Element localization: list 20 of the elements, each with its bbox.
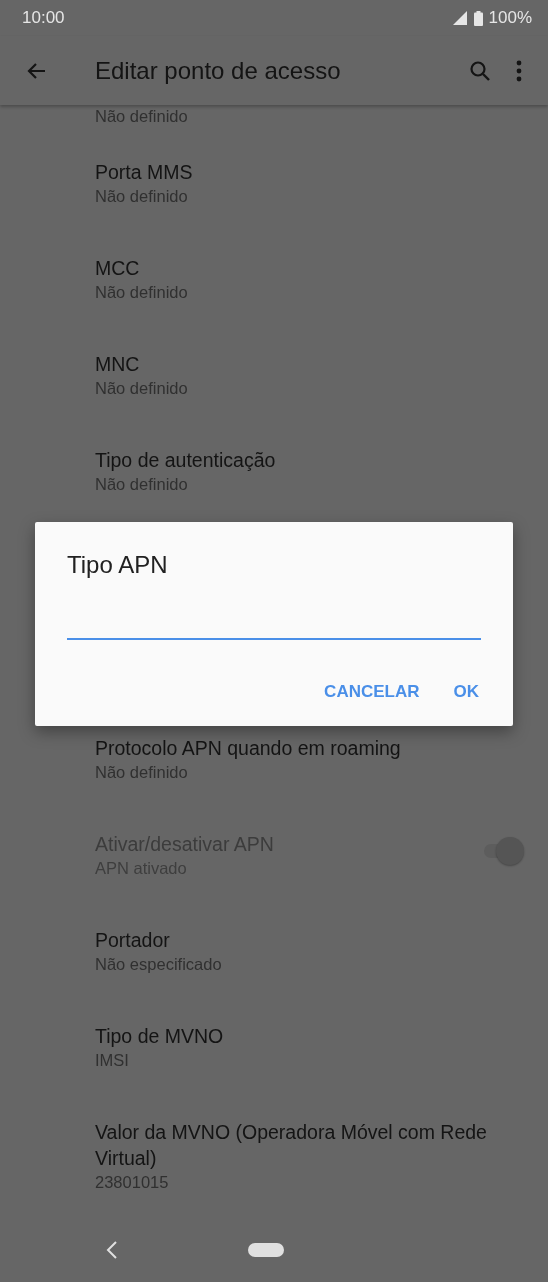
item-title[interactable]: Valor da MVNO (Operadora Móvel com Rede Virtual) xyxy=(95,1119,524,1171)
back-icon[interactable] xyxy=(106,1241,118,1259)
clock-time: 10:00 xyxy=(22,8,65,28)
item-title[interactable]: Portador xyxy=(95,927,524,953)
signal-icon xyxy=(451,11,468,25)
item-title[interactable]: Porta MMS xyxy=(95,159,524,185)
item-title[interactable]: MCC xyxy=(95,255,524,281)
dialog-title: Tipo APN xyxy=(67,550,169,580)
battery-level: 100% xyxy=(488,8,532,28)
more-options-icon[interactable] xyxy=(516,59,522,82)
battery-icon xyxy=(473,10,483,26)
search-icon[interactable] xyxy=(468,58,492,83)
item-title[interactable]: Protocolo APN quando em roaming xyxy=(95,735,524,761)
dialog-button[interactable]: CANCELAR xyxy=(312,674,432,710)
item-title[interactable]: Tipo de MVNO xyxy=(95,1023,524,1049)
item-title[interactable]: Tipo de autenticação xyxy=(95,447,524,473)
dialog-button[interactable]: OK xyxy=(441,674,491,710)
item-title[interactable]: MNC xyxy=(95,351,524,377)
screen-title: Editar ponto de acesso xyxy=(95,56,342,85)
home-button[interactable] xyxy=(248,1243,284,1257)
